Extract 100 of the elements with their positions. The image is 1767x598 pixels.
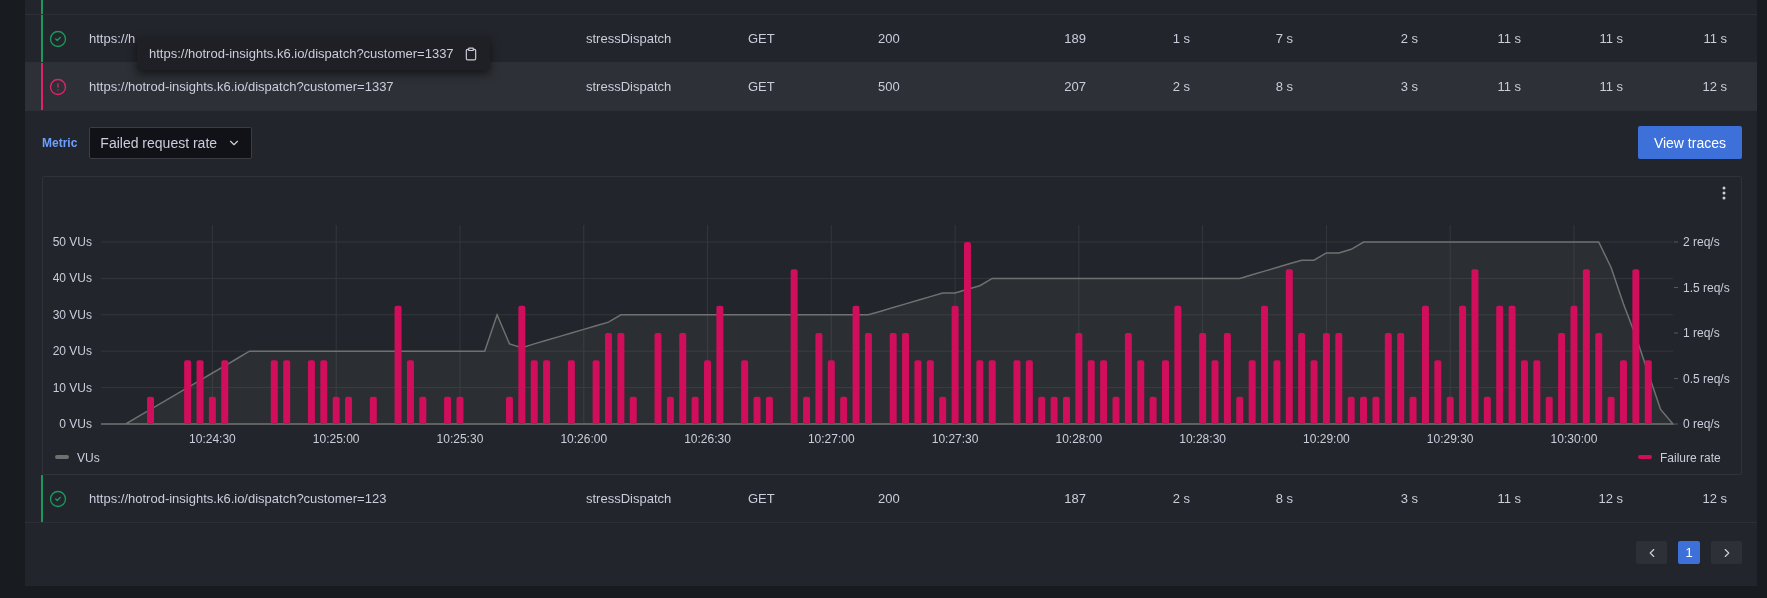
failure-rate-bar bbox=[1360, 396, 1368, 424]
failure-rate-bar bbox=[1520, 360, 1528, 424]
failure-rate-bar bbox=[283, 360, 291, 424]
clipboard-icon[interactable] bbox=[463, 46, 478, 61]
failure-rate-bar bbox=[976, 360, 984, 424]
failure-rate-bar bbox=[1211, 360, 1219, 424]
table-cell: 200 bbox=[878, 491, 900, 506]
table-cell: 3 s bbox=[1400, 491, 1418, 506]
axis-label: 10:24:30 bbox=[189, 432, 236, 446]
table-cell: 12 s bbox=[1702, 79, 1727, 94]
axis-label: 10:26:30 bbox=[684, 432, 731, 446]
failure-rate-bar bbox=[444, 396, 452, 424]
failure-rate-bar bbox=[307, 360, 315, 424]
tooltip-text: https://hotrod-insights.k6.io/dispatch?customer=1337 bbox=[149, 46, 454, 61]
failure-rate-bar bbox=[1087, 360, 1095, 424]
failure-rate-bar bbox=[592, 360, 600, 424]
table-cell: 11 s bbox=[1599, 31, 1623, 46]
table-cell: 187 bbox=[1064, 491, 1086, 506]
failure-rate-bar bbox=[753, 396, 761, 424]
failure-rate-bar bbox=[270, 360, 278, 424]
axis-label: 10:26:00 bbox=[560, 432, 608, 446]
failure-rate-bar bbox=[1347, 396, 1355, 424]
failure-rate-bar bbox=[691, 396, 699, 424]
failure-rate-bar bbox=[840, 396, 848, 424]
failure-rate-bar bbox=[765, 396, 773, 424]
table-cell: 12 s bbox=[1702, 491, 1727, 506]
failure-rate-bar bbox=[1050, 396, 1058, 424]
failure-rate-bar bbox=[1236, 396, 1244, 424]
table-cell: 207 bbox=[1064, 79, 1086, 94]
failure-rate-bar bbox=[505, 396, 513, 424]
failure-rate-bar bbox=[1483, 396, 1491, 424]
axis-label: 1 req/s bbox=[1683, 326, 1720, 340]
failure-rate-bar bbox=[208, 396, 216, 424]
table-cell: 11 s bbox=[1497, 491, 1521, 506]
axis-label: 40 VUs bbox=[52, 271, 92, 286]
failure-rate-bar bbox=[196, 360, 204, 424]
failure-rate-bar bbox=[1273, 360, 1281, 424]
failure-rate-bar bbox=[1149, 396, 1157, 424]
failure-rate-bar bbox=[530, 360, 538, 424]
table-cell: 12 s bbox=[1598, 491, 1623, 506]
table-cell: 11 s bbox=[1703, 31, 1727, 46]
table-cell: GET bbox=[748, 491, 775, 506]
table-cell: 189 bbox=[1064, 31, 1086, 46]
axis-label: 50 VUs bbox=[52, 235, 92, 249]
axis-label: 10:28:30 bbox=[1179, 432, 1226, 446]
table-cell: 2 s bbox=[1172, 79, 1190, 94]
failure-rate-bar bbox=[1644, 360, 1652, 424]
failure-rate-bar bbox=[369, 396, 377, 424]
table-cell: stressDispatch bbox=[586, 31, 672, 46]
table-cell: stressDispatch bbox=[586, 491, 672, 506]
legend-swatch bbox=[1638, 455, 1652, 459]
failure-rate-bar bbox=[914, 360, 922, 424]
failure-rate-bar bbox=[666, 396, 674, 424]
failure-rate-bar bbox=[1112, 396, 1120, 424]
metric-label: Metric bbox=[42, 135, 78, 150]
axis-label: 10:27:30 bbox=[931, 432, 979, 446]
failure-rate-bar bbox=[147, 396, 154, 424]
failure-rate-bar bbox=[1248, 360, 1256, 424]
failure-rate-bar bbox=[419, 396, 427, 424]
axis-label: 2 req/s bbox=[1683, 235, 1720, 249]
failure-rate-bar bbox=[1409, 396, 1417, 424]
table-cell: 500 bbox=[878, 79, 900, 94]
axis-label: 10:25:30 bbox=[436, 432, 484, 446]
axis-label: 0.5 req/s bbox=[1683, 371, 1730, 386]
failure-rate-bar bbox=[1310, 360, 1318, 424]
failure-rate-bar bbox=[803, 396, 811, 424]
table-row[interactable]: https://hotrod-insights.k6.io/dispatch?customer=1337 stressDispatch GET 500 207 2 s 8 s 3 s 11 s 11 s 12 s bbox=[25, 63, 1757, 111]
failure-rate-bar bbox=[221, 360, 229, 424]
axis-label: 0 req/s bbox=[1683, 417, 1720, 431]
failure-rate-bar bbox=[1100, 360, 1108, 424]
table-row[interactable]: https://hotrod-insights.k6.io/dispatch?customer=123 stressDispatch GET 200 187 2 s 8 s 3 s 11 s 12 s 12 s bbox=[25, 475, 1757, 523]
failure-rate-bar bbox=[741, 360, 749, 424]
menu-icon[interactable] bbox=[1722, 186, 1726, 200]
failure-rate-bar bbox=[1025, 360, 1033, 424]
failure-rate-bar bbox=[629, 396, 637, 424]
table-cell: https://hotrod-insights.k6.io/dispatch?customer=1337 bbox=[89, 79, 394, 94]
table-cell: stressDispatch bbox=[586, 79, 672, 94]
failure-rate-bar bbox=[567, 360, 575, 424]
metric-select[interactable]: Failed request rate bbox=[89, 126, 253, 159]
view-traces-button[interactable]: View traces bbox=[1637, 126, 1742, 159]
table-cell: 8 s bbox=[1275, 79, 1293, 94]
table-cell: 8 s bbox=[1275, 491, 1293, 506]
failure-rate-bar bbox=[1446, 396, 1454, 424]
table-cell: https://h bbox=[89, 31, 136, 46]
axis-label: 10:27:00 bbox=[807, 432, 855, 446]
table-cell: GET bbox=[748, 31, 775, 46]
failure-rate-bar bbox=[406, 360, 414, 424]
failure-rate-bar bbox=[184, 360, 192, 424]
legend-label[interactable]: VUs bbox=[77, 451, 100, 465]
page-button[interactable]: 1 bbox=[1678, 541, 1700, 564]
legend-label[interactable]: Failure rate bbox=[1660, 451, 1721, 465]
axis-label: 10:28:00 bbox=[1055, 432, 1103, 446]
axis-label: 30 VUs bbox=[52, 307, 92, 322]
failure-rate-bar bbox=[1372, 396, 1380, 424]
axis-label: 1.5 req/s bbox=[1683, 280, 1730, 295]
axis-label: 20 VUs bbox=[52, 344, 92, 359]
table-cell: GET bbox=[748, 79, 775, 94]
axis-label: 10:29:30 bbox=[1426, 432, 1474, 446]
table-cell: 1 s bbox=[1172, 31, 1190, 46]
failure-rate-bar bbox=[1063, 396, 1070, 424]
